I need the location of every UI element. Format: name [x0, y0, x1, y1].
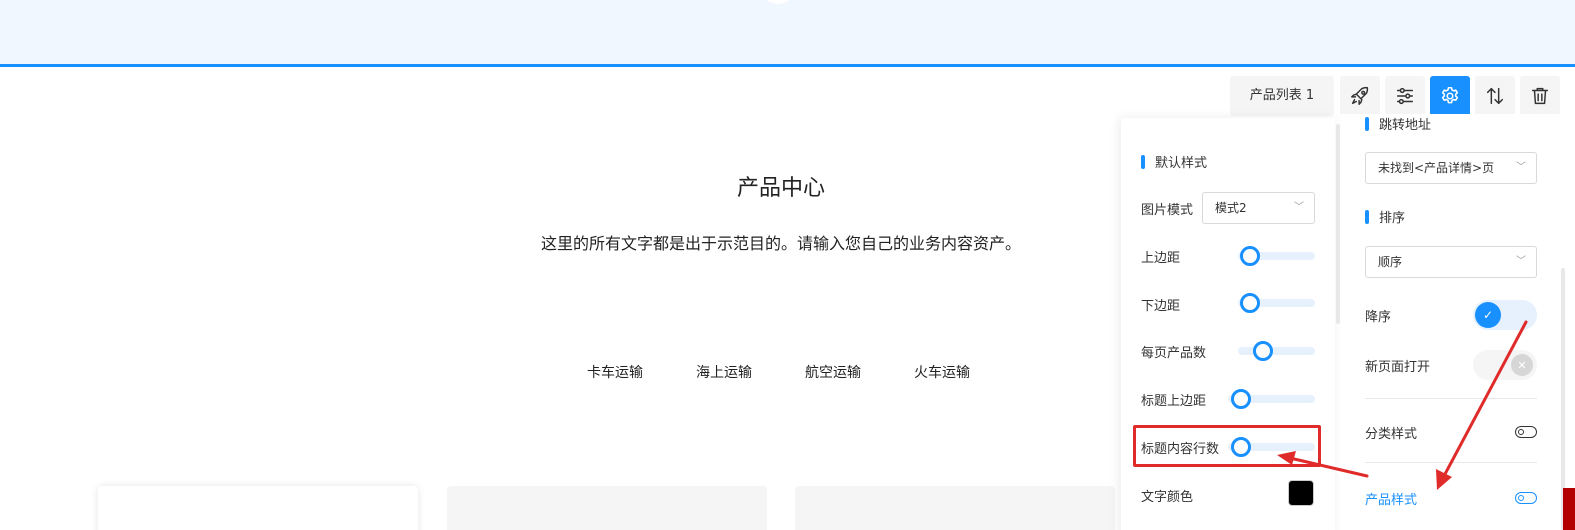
category-tab-sea[interactable]: 海上运输	[696, 362, 752, 382]
category-tab-air[interactable]: 航空运输	[805, 362, 861, 382]
per-page-slider-thumb[interactable]	[1253, 341, 1273, 361]
image-mode-value: 模式2	[1215, 201, 1247, 215]
divider	[1365, 462, 1537, 463]
category-tab-train[interactable]: 火车运输	[914, 362, 970, 382]
link-heading: 跳转地址	[1365, 114, 1431, 133]
category-tab-truck[interactable]: 卡车运输	[587, 362, 643, 382]
sort-heading: 排序	[1365, 207, 1405, 226]
top-banner	[0, 0, 1575, 65]
title-margin-slider-thumb[interactable]	[1231, 389, 1251, 409]
toggle-knob	[1517, 428, 1524, 435]
selection-line	[0, 64, 1575, 67]
sort-title: 排序	[1379, 211, 1406, 226]
per-page-slider[interactable]	[1238, 347, 1315, 355]
close-icon: ✕	[1511, 354, 1533, 376]
settings-button[interactable]	[1430, 76, 1470, 116]
style-panel-scrollbar[interactable]	[1336, 124, 1340, 324]
reorder-button[interactable]	[1475, 76, 1515, 116]
sort-value: 顺序	[1378, 255, 1403, 269]
category-style-expand-toggle[interactable]	[1515, 426, 1537, 438]
check-icon: ✓	[1475, 302, 1501, 328]
product-card[interactable]	[98, 486, 418, 530]
category-style-label: 分类样式	[1365, 427, 1418, 442]
product-style-label[interactable]: 产品样式	[1365, 489, 1417, 508]
trash-icon	[1531, 87, 1549, 105]
component-name: 产品列表 1	[1230, 76, 1334, 116]
desc-toggle[interactable]: ✓	[1473, 300, 1537, 330]
rocket-icon	[1351, 86, 1369, 105]
publish-button[interactable]	[1340, 76, 1380, 116]
sort-select[interactable]: 顺序 ﹀	[1365, 246, 1537, 278]
product-card[interactable]	[447, 486, 767, 530]
style-panel	[1121, 118, 1335, 530]
link-select[interactable]: 未找到<产品详情>页 ﹀	[1365, 152, 1537, 184]
image-mode-select[interactable]: 模式2 ﹀	[1202, 192, 1315, 224]
section-marker	[1141, 154, 1145, 169]
banner-circle	[760, 0, 796, 4]
chevron-down-icon: ﹀	[1516, 162, 1526, 173]
section-marker	[1365, 116, 1369, 131]
style-settings-button[interactable]	[1385, 76, 1425, 116]
margin-top-label: 上边距	[1141, 251, 1181, 266]
default-style-title: 默认样式	[1155, 156, 1208, 171]
section-marker	[1365, 209, 1369, 224]
link-value: 未找到<产品详情>页	[1378, 161, 1495, 175]
page-edge-block	[1563, 488, 1575, 530]
link-title: 跳转地址	[1379, 118, 1432, 133]
chevron-down-icon: ﹀	[1294, 202, 1304, 213]
sort-arrows-icon	[1486, 87, 1504, 105]
editor-canvas: 产品中心 这里的所有文字都是出于示范目的。请输入您自己的业务内容资产。 卡车运输…	[0, 0, 1575, 530]
per-page-label: 每页产品数	[1141, 346, 1207, 361]
toggle-knob	[1517, 494, 1524, 501]
image-mode-label: 图片模式	[1141, 203, 1194, 218]
text-color-label: 文字颜色	[1141, 490, 1194, 505]
margin-top-slider-thumb[interactable]	[1240, 246, 1260, 266]
desc-label: 降序	[1365, 310, 1392, 325]
product-style-expand-toggle[interactable]	[1515, 492, 1537, 504]
divider	[1365, 398, 1537, 399]
gear-icon	[1441, 86, 1459, 104]
delete-button[interactable]	[1520, 76, 1560, 116]
margin-bottom-slider-thumb[interactable]	[1240, 293, 1260, 313]
new-page-label: 新页面打开	[1365, 360, 1431, 375]
sliders-icon	[1396, 87, 1414, 105]
default-style-heading: 默认样式	[1141, 152, 1207, 171]
chevron-down-icon: ﹀	[1516, 256, 1526, 267]
title-margin-label: 标题上边距	[1141, 394, 1207, 409]
annotation-highlight-box	[1133, 425, 1321, 467]
product-card[interactable]	[795, 486, 1115, 530]
new-page-toggle[interactable]: ✕	[1473, 350, 1537, 380]
margin-bottom-label: 下边距	[1141, 299, 1181, 314]
text-color-swatch[interactable]	[1288, 480, 1314, 506]
